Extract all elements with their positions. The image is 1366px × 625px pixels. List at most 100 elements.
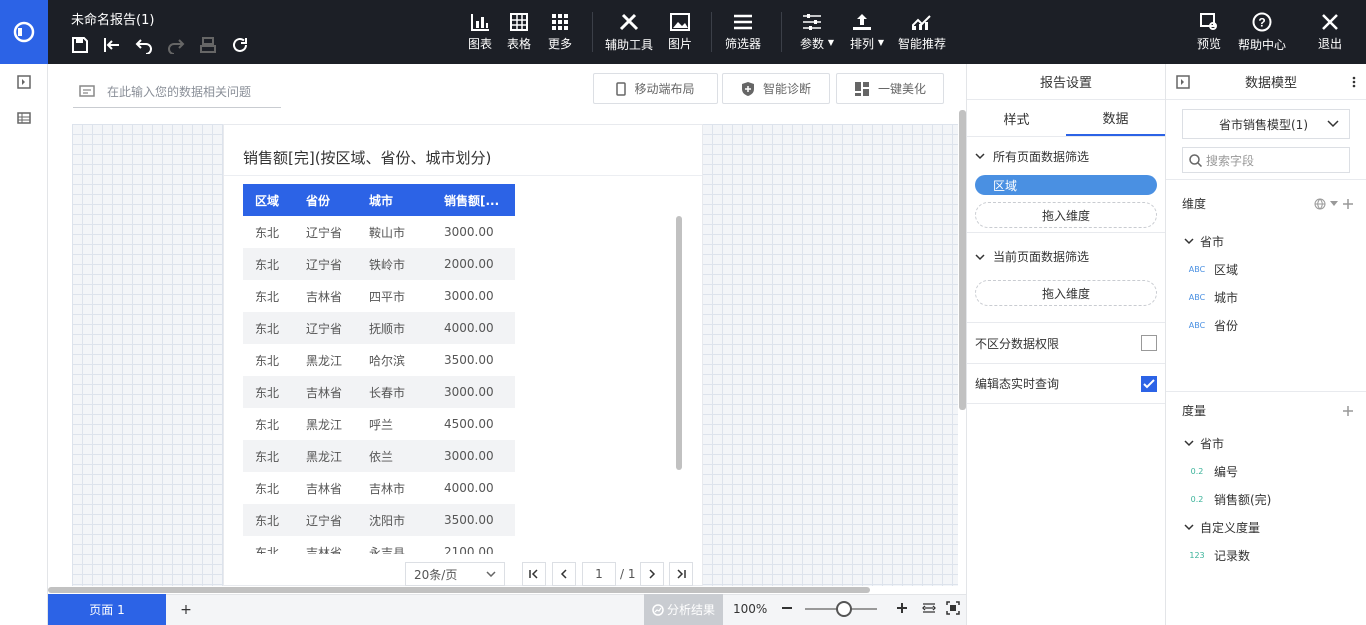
fit-width-icon[interactable] <box>922 601 936 618</box>
field-name: 区域 <box>1214 262 1239 277</box>
chart-button[interactable]: 图表 <box>466 0 494 64</box>
ask-question-input[interactable]: 在此输入您的数据相关问题 <box>73 76 281 108</box>
drop-dimension-zone[interactable]: 拖入维度 <box>975 202 1157 228</box>
image-button[interactable]: 图片 <box>666 0 694 64</box>
table-scrollbar[interactable] <box>676 216 682 470</box>
refresh-icon[interactable] <box>229 35 251 55</box>
next-page-button[interactable] <box>640 562 664 586</box>
prev-page-button[interactable] <box>552 562 576 586</box>
table-row[interactable]: 东北 吉林省 吉林市 4000.00 <box>243 472 515 504</box>
chart-label: 图表 <box>467 36 492 51</box>
zoom-slider-handle[interactable] <box>836 601 852 617</box>
chevron-down-icon <box>1184 440 1194 447</box>
field-item[interactable]: ABC 区域 <box>1166 255 1366 283</box>
undo-icon[interactable] <box>133 35 155 55</box>
exit-button[interactable]: 退出 <box>1316 0 1344 64</box>
zoom-out-icon[interactable] <box>781 601 793 618</box>
column-header[interactable]: 城市 <box>357 192 432 209</box>
left-sidebar <box>0 64 48 625</box>
drop-dimension-zone[interactable]: 拖入维度 <box>975 280 1157 306</box>
table-row[interactable]: 东北 辽宁省 铁岭市 2000.00 <box>243 248 515 280</box>
assist-tools-button[interactable]: 辅助工具 <box>603 0 655 64</box>
help-center-button[interactable]: ? 帮助中心 <box>1236 0 1288 64</box>
no-permission-checkbox[interactable] <box>1141 335 1157 351</box>
column-header[interactable]: 省份 <box>294 192 357 209</box>
params-label: 参数 <box>799 36 824 51</box>
all-pages-filter-header[interactable]: 所有页面数据筛选 <box>967 137 1165 175</box>
table-row[interactable]: 东北 黑龙江 依兰 3000.00 <box>243 440 515 472</box>
realtime-checkbox[interactable] <box>1141 375 1157 392</box>
caret-down-icon[interactable] <box>1330 201 1338 206</box>
page-tab[interactable]: 页面 1 <box>48 594 166 625</box>
mobile-layout-button[interactable]: 移动端布局 <box>593 73 718 104</box>
app-logo[interactable] <box>0 0 48 64</box>
table-row[interactable]: 东北 辽宁省 沈阳市 3500.00 <box>243 504 515 536</box>
table-row[interactable]: 东北 黑龙江 哈尔滨 3500.00 <box>243 344 515 376</box>
table-row[interactable]: 东北 辽宁省 抚顺市 4000.00 <box>243 312 515 344</box>
toolbar-divider <box>781 12 782 52</box>
report-settings-title: 报告设置 <box>967 64 1165 100</box>
page-size-select[interactable]: 20条/页 <box>405 562 505 586</box>
redo-icon[interactable] <box>165 35 187 55</box>
model-select[interactable]: 省市销售模型(1) <box>1182 109 1350 139</box>
more-vertical-icon[interactable] <box>1352 76 1356 88</box>
smart-recommend-button[interactable]: 智能推荐 <box>896 0 948 64</box>
plus-icon[interactable] <box>1342 198 1354 210</box>
back-to-start-icon[interactable] <box>101 35 123 55</box>
field-item[interactable]: ABC 省份 <box>1166 311 1366 339</box>
field-item[interactable]: 123 记录数 <box>1166 541 1366 569</box>
canvas-horizontal-scrollbar[interactable] <box>48 587 870 593</box>
table-cell: 铁岭市 <box>369 257 406 272</box>
first-page-button[interactable] <box>522 562 546 586</box>
table-row[interactable]: 东北 吉林省 四平市 3000.00 <box>243 280 515 312</box>
analysis-icon <box>652 603 664 616</box>
collapse-panel-icon[interactable] <box>1176 74 1190 89</box>
smart-diagnose-button[interactable]: 智能诊断 <box>722 73 830 104</box>
tab-style[interactable]: 样式 <box>967 100 1066 136</box>
field-search-input[interactable]: 搜索字段 <box>1182 147 1350 173</box>
field-type-icon: 123 <box>1189 550 1205 560</box>
analysis-result-button[interactable]: 分析结果 <box>644 594 723 625</box>
globe-icon[interactable] <box>1314 198 1326 210</box>
grid-dots-icon <box>552 13 568 30</box>
table-list-icon[interactable] <box>17 111 31 128</box>
table-button[interactable]: 表格 <box>505 0 533 64</box>
current-page-filter-header[interactable]: 当前页面数据筛选 <box>967 232 1165 280</box>
chevron-right-icon <box>649 569 656 579</box>
save-icon[interactable] <box>69 35 91 55</box>
dimension-group-header[interactable]: 省市 <box>1166 227 1366 255</box>
last-page-button[interactable] <box>669 562 693 586</box>
column-header[interactable]: 销售额[... <box>432 192 515 209</box>
table-row[interactable]: 东北 吉林省 永吉县 2100.00 <box>243 536 515 554</box>
data-model-title: 数据模型 <box>1244 76 1297 91</box>
fit-screen-icon[interactable] <box>946 601 960 618</box>
filter-pill-region[interactable]: 区域 <box>975 175 1157 195</box>
expand-panel-icon[interactable] <box>17 75 31 92</box>
custom-measure-group-header[interactable]: 自定义度量 <box>1166 513 1366 541</box>
chevron-down-icon <box>1327 120 1339 128</box>
report-title[interactable]: 未命名报告(1) <box>71 9 154 28</box>
tab-data[interactable]: 数据 <box>1066 100 1165 136</box>
column-header[interactable]: 区域 <box>243 192 294 209</box>
sort-button[interactable]: 排列 ▼ <box>842 0 884 64</box>
filter-button[interactable]: 筛选器 <box>722 0 764 64</box>
format-painter-icon[interactable] <box>197 35 219 55</box>
table-cell: 东北 <box>255 385 280 400</box>
zoom-in-icon[interactable] <box>896 601 908 618</box>
table-row[interactable]: 东北 黑龙江 呼兰 4500.00 <box>243 408 515 440</box>
plus-icon[interactable] <box>1342 405 1354 417</box>
add-page-button[interactable]: + <box>166 594 206 625</box>
field-item[interactable]: 0.2 销售额(完) <box>1166 485 1366 513</box>
field-item[interactable]: ABC 城市 <box>1166 283 1366 311</box>
page-number-input[interactable]: 1 <box>582 562 616 586</box>
measure-group-header[interactable]: 省市 <box>1166 429 1366 457</box>
table-row[interactable]: 东北 吉林省 长春市 3000.00 <box>243 376 515 408</box>
field-item[interactable]: 0.2 编号 <box>1166 457 1366 485</box>
beautify-button[interactable]: 一键美化 <box>836 73 944 104</box>
table-row[interactable]: 东北 辽宁省 鞍山市 3000.00 <box>243 216 515 248</box>
check-icon <box>1143 378 1155 388</box>
more-button[interactable]: 更多 <box>544 0 576 64</box>
preview-button[interactable]: 预览 <box>1195 0 1223 64</box>
canvas-vertical-scrollbar[interactable] <box>959 110 966 410</box>
params-button[interactable]: 参数 ▼ <box>792 0 834 64</box>
